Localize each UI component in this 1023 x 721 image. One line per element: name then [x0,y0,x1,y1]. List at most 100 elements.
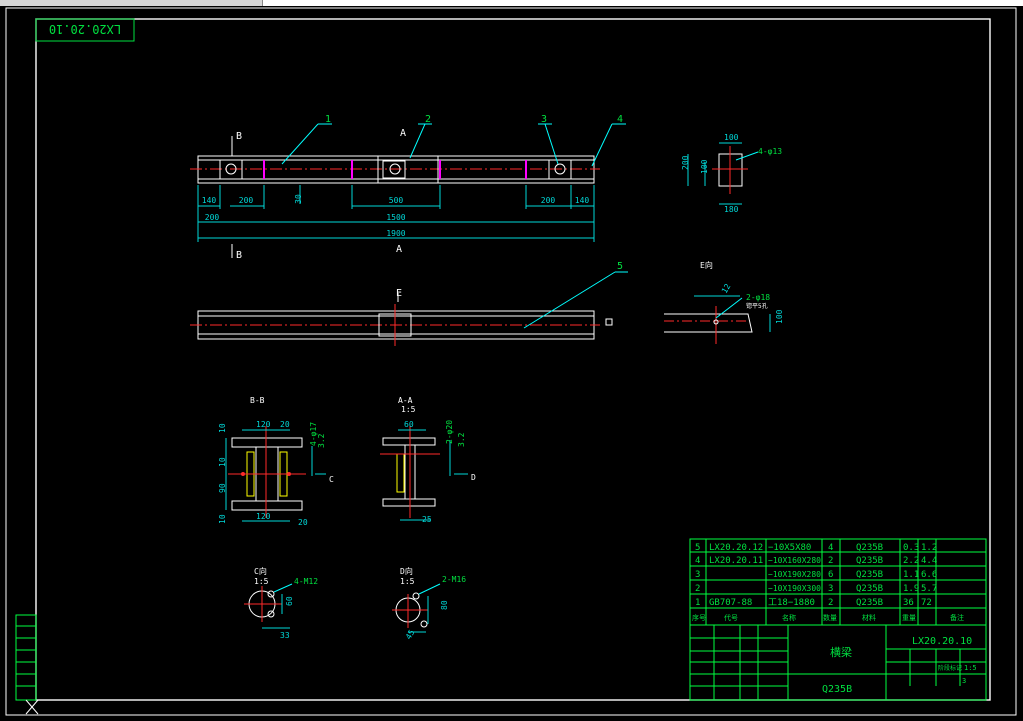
aa-hole-note: 2-φ20 [445,420,454,444]
bb-dim-120-bottom: 120 [256,512,271,521]
dim-140-left: 140 [202,196,217,205]
cad-drawing-canvas[interactable]: LX20.20.10 1 2 3 4 B A B A 140 200 30 50… [0,6,1023,721]
bom-row-1-no: 1 [695,598,700,608]
callout-2: 2 [425,114,431,125]
title-part-name: 横梁 [830,645,852,659]
detail-e-subnote: 锪平5孔 [746,302,768,310]
section-aa-title: A-A [398,396,413,405]
callout-3: 3 [541,114,547,125]
bom-row-2-mat: Q235B [856,584,883,594]
bom-row-4-name: −10X160X280 [768,556,821,565]
bom-row-2-w1: 1.9 [903,584,919,594]
section-mark-a-top: A [400,128,406,139]
callout-5: 5 [617,261,623,272]
dim-140-right: 140 [575,196,590,205]
bom-row-3-qty: 6 [828,570,833,580]
ucs-icon[interactable] [25,699,39,715]
view-c-dim-33: 33 [280,631,290,640]
section-mark-b-bottom: B [236,250,242,261]
bom-row-1-qty: 2 [828,598,833,608]
bom-row-1-name: 工18−1880 [768,598,815,608]
bom-row-4-mat: Q235B [856,556,883,566]
end-hole-note: 4-φ13 [758,147,782,156]
dim-1900: 1900 [386,229,405,238]
view-e-mark: E [396,288,402,299]
bb-roughness: 3.2 [317,433,326,448]
dim-30: 30 [294,194,303,204]
bom-row-1-mat: Q235B [856,598,883,608]
title-drawing-no: LX20.20.10 [912,636,972,647]
section-mark-a-bottom: A [396,244,402,255]
bom-row-5-no: 5 [695,543,700,553]
bom-row-4-code: LX20.20.11 [709,556,763,566]
bom-row-5-w1: 0.3 [903,543,919,553]
section-aa [380,426,468,521]
title-mark: 阶段标记 [938,664,962,672]
view-d-dim-80: 80 [440,600,449,610]
dim-200-right: 200 [541,196,556,205]
bom-row-1-w2: 72 [921,598,932,608]
bom-row-1-w1: 36 [903,598,914,608]
bom-row-3-name: −10X190X280 [768,570,821,579]
detail-e-dim-12: 12 [720,282,733,295]
view-d-title: D向 [400,566,413,576]
view-d-note: 2-M16 [442,575,466,584]
bom-header-mat: 材料 [862,613,876,622]
bom-row-5-w2: 1.2 [921,543,937,553]
detail-e-dim-100: 100 [775,309,784,324]
outer-border [5,7,1017,716]
view-c-scale: 1:5 [254,577,269,586]
aa-roughness: 3.2 [457,432,466,447]
bom-row-5-qty: 4 [828,543,833,553]
view-d-dim-45: 45 [404,628,417,641]
detail-e-label: E向 [700,260,713,270]
bom-row-1-code: GB707-88 [709,598,752,608]
bom-row-5-code: LX20.20.12 [709,543,763,553]
aa-dim-60: 60 [404,420,414,429]
svg-text:LX20.20.10: LX20.20.10 [49,22,121,36]
view-c-note: 4-M12 [294,577,318,586]
bb-dim-90: 90 [218,483,227,493]
callout-1: 1 [325,114,331,125]
view-c-title: C向 [254,566,267,576]
section-aa-scale: 1:5 [401,405,416,414]
title-material: Q235B [822,684,852,695]
end-dim-100-side: 100 [700,159,709,174]
dim-1500: 1500 [386,213,405,222]
bom-row-2-w2: 5.7 [921,584,937,594]
drawing-number-stamp: LX20.20.10 [35,18,135,42]
bom-row-4-w1: 2.2 [903,556,919,566]
inner-frame [35,18,991,701]
bb-dim-120-top: 120 [256,420,271,429]
end-dim-200: 200 [681,155,690,170]
side-view [190,271,628,346]
bom-header-code: 代号 [724,613,738,622]
view-c-dim-60: 60 [285,596,294,606]
bom-row-4-no: 4 [695,556,700,566]
bom-row-4-qty: 2 [828,556,833,566]
callout-4: 4 [617,114,623,125]
bom-header-note: 备注 [950,613,964,622]
bom-row-2-qty: 3 [828,584,833,594]
bom-header-name: 名称 [782,613,796,622]
aa-view-arrow-d: D [471,473,476,482]
bb-dim-10b: 10 [218,457,227,467]
title-count: 3 [962,677,966,685]
view-d-scale: 1:5 [400,577,415,586]
bom-row-3-w2: 6.6 [921,570,937,580]
bom-row-2-no: 2 [695,584,700,594]
bom-rows: 5 LX20.20.12 −10X5X80 4 Q235B 0.3 1.2 4 … [692,543,964,622]
left-margin-stack [15,614,37,701]
view-d [392,583,441,633]
section-bb-title: B-B [250,396,265,405]
bom-row-5-name: −10X5X80 [768,543,811,553]
bom-row-3-mat: Q235B [856,570,883,580]
bb-dim-20-bottom: 20 [298,518,308,527]
title-scale: 1:5 [964,664,977,672]
bom-header-no: 序号 [692,613,706,622]
bom-header-qty: 数量 [823,613,837,622]
bb-dim-10c: 10 [218,514,227,524]
bom-row-3-w1: 1.1 [903,570,919,580]
bom-header-weight: 重量 [902,614,916,622]
end-dim-180: 180 [724,205,739,214]
